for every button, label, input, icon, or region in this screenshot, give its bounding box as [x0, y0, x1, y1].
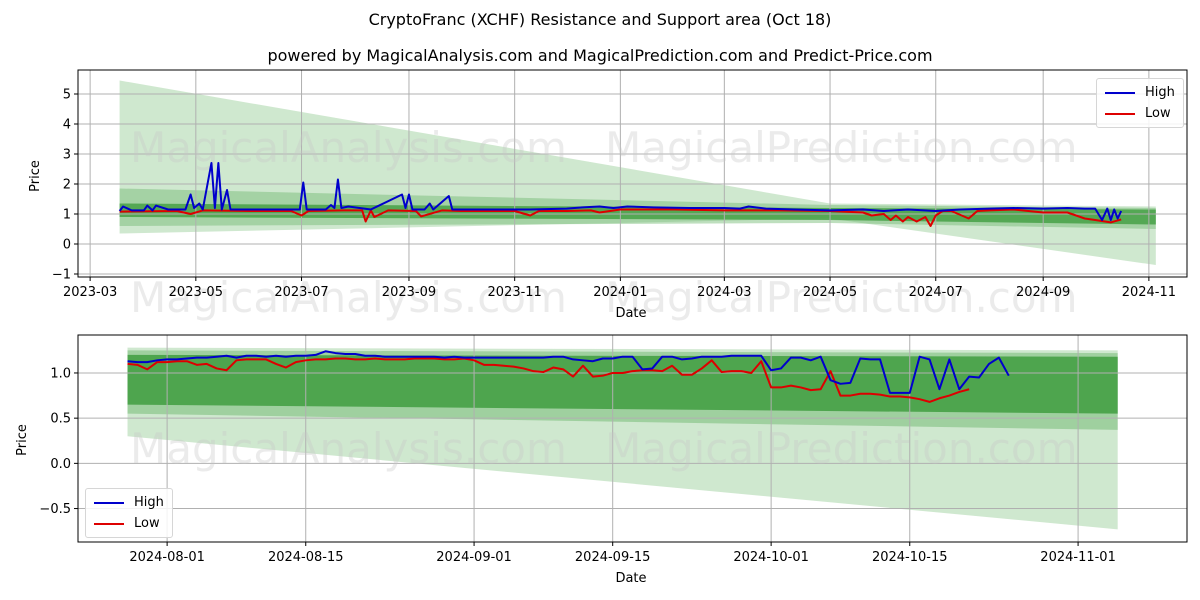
- top-watermark-2: MagicalPrediction.com: [605, 123, 1078, 172]
- x-tick-label: 2023-09: [382, 285, 436, 300]
- x-tick-label: 2024-11: [1122, 285, 1176, 300]
- top-legend: High Low: [1096, 78, 1184, 128]
- y-tick-label: −0.5: [39, 502, 71, 517]
- legend-label-high: High: [134, 495, 164, 510]
- top-chart: MagicalAnalysis.com MagicalPrediction.co…: [28, 69, 1188, 322]
- x-tick-label: 2024-09-15: [575, 550, 651, 565]
- y-tick-label: 0.5: [50, 412, 71, 427]
- x-tick-label: 2024-07: [909, 285, 963, 300]
- top-support-resistance-bands: [119, 80, 1156, 265]
- top-x-axis-label: Date: [615, 306, 646, 321]
- legend-item-low: Low: [94, 513, 164, 534]
- top-y-axis-label: Price: [28, 160, 43, 192]
- top-watermark-1: MagicalAnalysis.com: [130, 123, 567, 172]
- bottom-chart: MagicalAnalysis.com MagicalPrediction.co…: [15, 334, 1188, 586]
- bottom-x-axis-label: Date: [615, 571, 646, 586]
- y-tick-label: 3: [63, 148, 71, 163]
- y-tick-label: 0: [63, 238, 71, 253]
- y-tick-label: 1: [63, 208, 71, 223]
- x-tick-label: 2024-08-01: [129, 550, 205, 565]
- x-tick-label: 2024-01: [593, 285, 647, 300]
- x-tick-label: 2023-07: [274, 285, 328, 300]
- x-tick-label: 2023-11: [488, 285, 542, 300]
- x-tick-label: 2024-09-01: [436, 550, 512, 565]
- legend-item-high: High: [94, 492, 164, 513]
- x-tick-label: 2024-09: [1016, 285, 1070, 300]
- y-tick-label: −1: [52, 268, 71, 283]
- bottom-y-axis-label: Price: [15, 424, 30, 456]
- bottom-watermark-1: MagicalAnalysis.com: [130, 424, 567, 473]
- high-line-swatch: [94, 501, 124, 504]
- bottom-legend: High Low: [85, 488, 173, 538]
- x-tick-label: 2023-05: [169, 285, 223, 300]
- legend-label-low: Low: [134, 516, 160, 531]
- y-tick-label: 5: [63, 88, 71, 103]
- high-line-swatch: [1105, 91, 1135, 94]
- y-tick-label: 0.0: [50, 457, 71, 472]
- bottom-watermark-2: MagicalPrediction.com: [605, 424, 1078, 473]
- legend-label-high: High: [1145, 85, 1175, 100]
- x-tick-label: 2024-10-01: [733, 550, 809, 565]
- x-tick-label: 2024-03: [697, 285, 751, 300]
- y-tick-label: 2: [63, 178, 71, 193]
- outer-band: [119, 80, 1156, 265]
- x-tick-label: 2023-03: [63, 285, 117, 300]
- x-tick-label: 2024-10-15: [872, 550, 948, 565]
- legend-label-low: Low: [1145, 106, 1171, 121]
- chart-canvas: MagicalAnalysis.com MagicalPrediction.co…: [15, 69, 1188, 586]
- low-line-swatch: [94, 522, 124, 525]
- y-tick-label: 1.0: [50, 366, 71, 381]
- low-line-swatch: [1105, 112, 1135, 115]
- x-tick-label: 2024-05: [803, 285, 857, 300]
- y-tick-label: 4: [63, 118, 71, 133]
- x-tick-label: 2024-08-15: [268, 550, 344, 565]
- legend-item-high: High: [1105, 82, 1175, 103]
- x-tick-label: 2024-11-01: [1040, 550, 1116, 565]
- legend-item-low: Low: [1105, 103, 1175, 124]
